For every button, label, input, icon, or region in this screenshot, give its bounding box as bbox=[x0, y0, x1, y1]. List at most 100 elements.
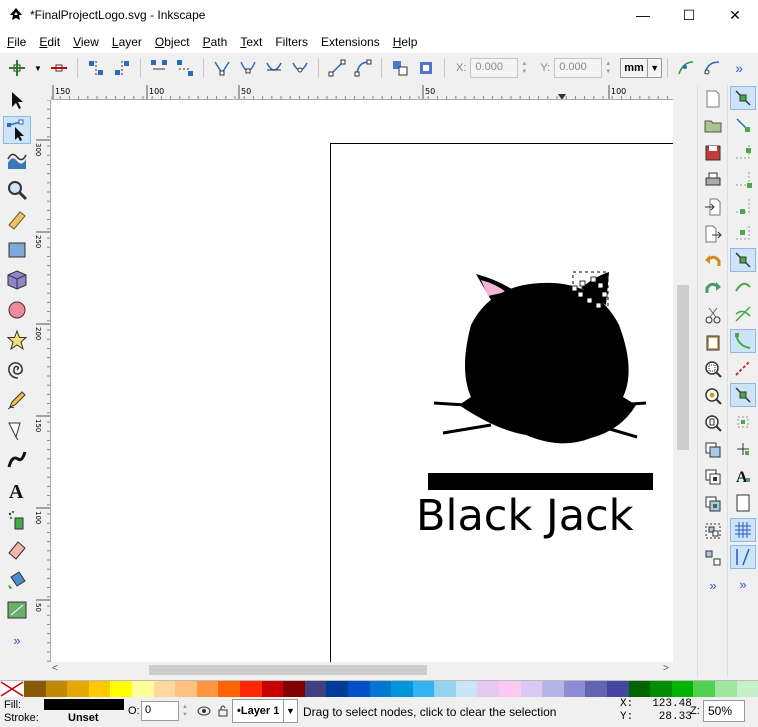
vertical-scrollbar[interactable] bbox=[673, 85, 697, 662]
color-swatch[interactable] bbox=[67, 681, 89, 697]
horizontal-scroll-thumb[interactable] bbox=[149, 665, 427, 675]
color-swatch[interactable] bbox=[477, 681, 500, 697]
color-swatch[interactable] bbox=[499, 681, 521, 697]
zoom-tool[interactable] bbox=[3, 176, 31, 204]
group-button[interactable] bbox=[700, 519, 726, 543]
make-smooth-button[interactable] bbox=[237, 57, 259, 79]
color-swatch[interactable] bbox=[434, 681, 456, 697]
join-nodes-button[interactable] bbox=[85, 57, 107, 79]
clone-button[interactable] bbox=[700, 465, 726, 489]
horizontal-ruler[interactable]: 150 100 50 50 100 bbox=[51, 85, 673, 100]
export-button[interactable] bbox=[700, 222, 726, 246]
break-path-button[interactable] bbox=[111, 57, 133, 79]
snap-path-button[interactable] bbox=[730, 275, 756, 299]
menu-filters[interactable]: Filters bbox=[268, 31, 314, 53]
save-button[interactable] bbox=[700, 141, 726, 165]
color-swatch[interactable] bbox=[671, 681, 694, 697]
ellipse-tool[interactable] bbox=[3, 296, 31, 324]
cat-head[interactable] bbox=[459, 282, 636, 444]
make-line-button[interactable] bbox=[326, 57, 348, 79]
drawing-canvas[interactable]: Black Jack bbox=[51, 100, 673, 662]
scroll-right-icon[interactable]: > bbox=[663, 663, 669, 674]
show-path-outline-button[interactable] bbox=[701, 57, 723, 79]
opacity-input[interactable]: 0 bbox=[141, 701, 179, 721]
vertical-scroll-thumb[interactable] bbox=[677, 285, 689, 450]
delete-segment-button[interactable] bbox=[174, 57, 196, 79]
duplicate-button[interactable] bbox=[700, 438, 726, 462]
snap-bbox-button[interactable] bbox=[730, 113, 756, 137]
menu-object[interactable]: Object bbox=[148, 31, 196, 53]
snap-bbox-edge-button[interactable] bbox=[730, 140, 756, 164]
print-button[interactable] bbox=[700, 168, 726, 192]
ungroup-button[interactable] bbox=[700, 546, 726, 570]
menu-layer[interactable]: Layer bbox=[105, 31, 148, 53]
snap-intersection-button[interactable] bbox=[730, 302, 756, 326]
paste-button[interactable] bbox=[700, 330, 726, 354]
make-auto-smooth-button[interactable] bbox=[289, 57, 311, 79]
spiral-tool[interactable] bbox=[3, 356, 31, 384]
x-spinner[interactable]: ▲ ▼ bbox=[518, 58, 530, 78]
new-document-button[interactable] bbox=[700, 87, 726, 111]
menu-extensions[interactable]: Extensions bbox=[314, 31, 386, 53]
menu-help[interactable]: Help bbox=[386, 31, 424, 53]
eraser-tool[interactable] bbox=[3, 536, 31, 564]
snap-smooth-button[interactable] bbox=[730, 356, 756, 380]
unlink-clone-button[interactable] bbox=[700, 492, 726, 516]
zoom-page-button[interactable] bbox=[700, 411, 726, 435]
3d-box-tool[interactable] bbox=[3, 266, 31, 294]
select-tool[interactable] bbox=[3, 86, 31, 114]
toolbar-overflow[interactable]: » bbox=[735, 60, 743, 76]
color-swatch[interactable] bbox=[131, 681, 154, 697]
close-button[interactable]: ✕ bbox=[712, 0, 758, 31]
fill-indicator[interactable] bbox=[44, 699, 124, 710]
zoom-drawing-button[interactable] bbox=[700, 384, 726, 408]
cut-button[interactable] bbox=[700, 303, 726, 327]
star-tool[interactable] bbox=[3, 326, 31, 354]
spray-tool[interactable] bbox=[3, 506, 31, 534]
snap-grid-button[interactable] bbox=[730, 518, 756, 542]
horizontal-scrollbar[interactable]: < > bbox=[36, 662, 686, 678]
x-coordinate-input[interactable]: 0.000 bbox=[470, 58, 519, 78]
snap-bbox-center-button[interactable] bbox=[730, 221, 756, 245]
color-swatch[interactable] bbox=[412, 681, 435, 697]
snap-cusp-button[interactable] bbox=[730, 329, 756, 353]
color-swatch[interactable] bbox=[326, 681, 348, 697]
text-tool[interactable]: A bbox=[3, 476, 31, 504]
color-swatch[interactable] bbox=[520, 681, 543, 697]
measure-tool[interactable] bbox=[3, 206, 31, 234]
stroke-to-path-button[interactable] bbox=[415, 57, 437, 79]
snap-midpoints-button[interactable] bbox=[730, 383, 756, 407]
snap-page-border-button[interactable] bbox=[730, 491, 756, 515]
eye-icon[interactable] bbox=[197, 705, 211, 717]
menu-view[interactable]: View bbox=[66, 31, 105, 53]
node-tool[interactable] bbox=[3, 116, 31, 144]
join-endnodes-button[interactable] bbox=[148, 57, 170, 79]
zoom-selection-button[interactable] bbox=[700, 357, 726, 381]
color-swatch[interactable] bbox=[283, 681, 305, 697]
y-coordinate-input[interactable]: 0.000 bbox=[554, 58, 603, 78]
color-swatch[interactable] bbox=[628, 681, 651, 697]
logo-text[interactable]: Black Jack bbox=[416, 491, 634, 541]
snap-guide-button[interactable] bbox=[730, 545, 756, 569]
rectangle-tool[interactable] bbox=[3, 236, 31, 264]
minimize-button[interactable]: — bbox=[620, 0, 666, 31]
color-swatch[interactable] bbox=[715, 681, 737, 697]
vertical-ruler[interactable]: 300 250 200 150 100 50 bbox=[36, 100, 51, 662]
undo-button[interactable] bbox=[700, 249, 726, 273]
make-curve-button[interactable] bbox=[352, 57, 374, 79]
import-button[interactable] bbox=[700, 195, 726, 219]
insert-node-dropdown[interactable]: ▼ bbox=[32, 57, 44, 79]
layer-select[interactable]: •Layer 1 ▼ bbox=[232, 699, 298, 723]
snap-bbox-midpoint-button[interactable] bbox=[730, 194, 756, 218]
color-swatch[interactable] bbox=[736, 681, 758, 697]
color-swatch[interactable] bbox=[239, 681, 262, 697]
no-paint-swatch[interactable] bbox=[0, 681, 24, 697]
logo-bar[interactable] bbox=[428, 473, 653, 490]
color-swatch[interactable] bbox=[585, 681, 608, 697]
toolbox-overflow[interactable]: » bbox=[3, 626, 31, 654]
unit-select[interactable]: mm ▼ bbox=[620, 58, 663, 78]
insert-node-button[interactable] bbox=[6, 57, 28, 79]
stroke-value[interactable]: Unset bbox=[68, 712, 99, 724]
snap-object-center-button[interactable] bbox=[730, 410, 756, 434]
calligraphy-tool[interactable] bbox=[3, 446, 31, 474]
